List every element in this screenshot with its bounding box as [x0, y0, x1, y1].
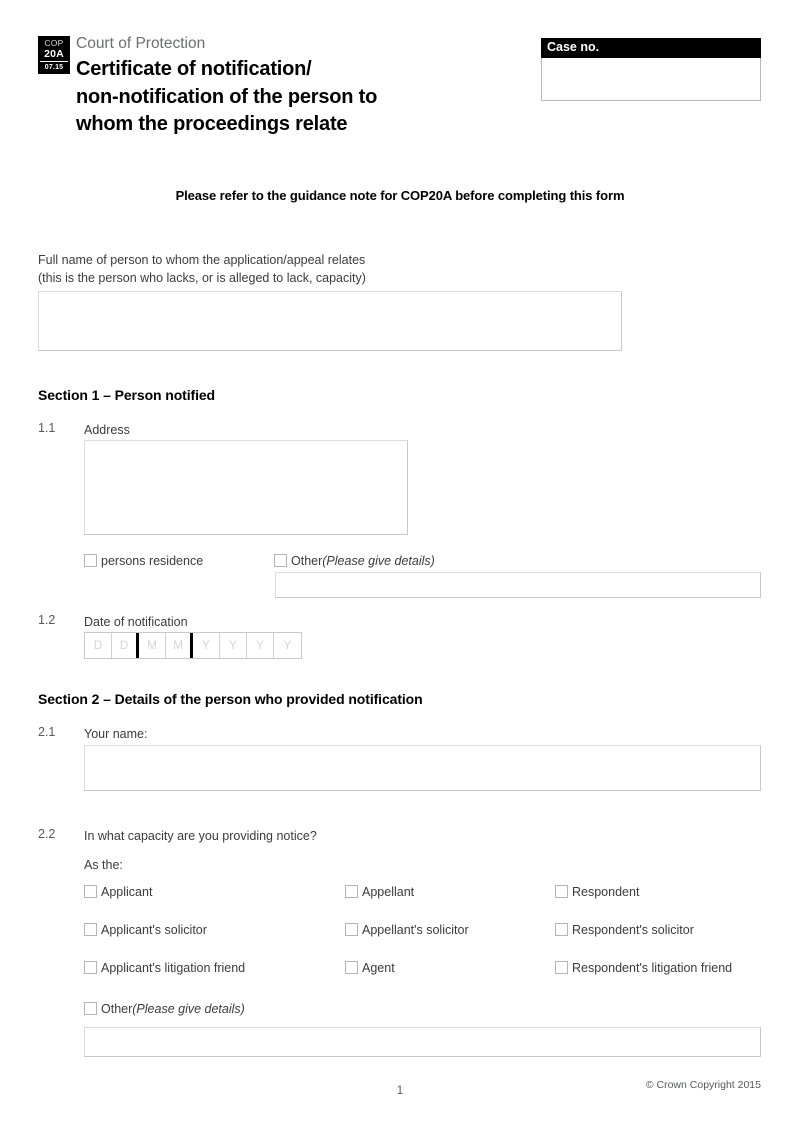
- checkbox-applicants-litigation-friend[interactable]: Applicant's litigation friend: [84, 960, 245, 976]
- checkbox-applicants-litigation-friend-box[interactable]: [84, 961, 97, 974]
- checkbox-respondent[interactable]: Respondent: [555, 884, 639, 900]
- checkbox-appellants-solicitor[interactable]: Appellant's solicitor: [345, 922, 469, 938]
- badge-divider: [40, 61, 68, 62]
- full-name-label-line-1: Full name of person to whom the applicat…: [38, 253, 366, 267]
- badge-org-label: COP: [44, 38, 64, 48]
- checkbox-agent-label: Agent: [362, 961, 395, 975]
- case-number-label: Case no.: [541, 38, 761, 58]
- checkbox-persons-residence-box[interactable]: [84, 554, 97, 567]
- address-input[interactable]: [84, 440, 408, 535]
- checkbox-respondents-solicitor-label: Respondent's solicitor: [572, 923, 694, 937]
- checkbox-capacity-other-box[interactable]: [84, 1002, 97, 1015]
- capacity-row: Applicant's solicitor Appellant's solici…: [84, 922, 774, 960]
- cop-form-badge: COP 20A 07.15: [38, 36, 70, 74]
- checkbox-respondents-solicitor[interactable]: Respondent's solicitor: [555, 922, 694, 938]
- checkbox-address-other-box[interactable]: [274, 554, 287, 567]
- checkbox-respondent-label: Respondent: [572, 885, 640, 899]
- page-title-line-2: non-notification of the person to: [76, 85, 378, 108]
- capacity-checkbox-grid: Applicant Appellant Respondent Applicant…: [84, 884, 774, 998]
- checkbox-address-other[interactable]: Other(Please give details): [274, 553, 435, 569]
- checkbox-agent-box[interactable]: [345, 961, 358, 974]
- question-2-2-number: 2.2: [38, 827, 56, 841]
- checkbox-applicant-label: Applicant: [101, 885, 153, 899]
- section-2-heading: Section 2 – Details of the person who pr…: [38, 691, 423, 707]
- capacity-row: Applicant Appellant Respondent: [84, 884, 774, 922]
- guidance-note: Please refer to the guidance note for CO…: [175, 188, 625, 203]
- badge-form-number: 20A: [44, 48, 64, 60]
- section-1-heading: Section 1 – Person notified: [38, 387, 216, 403]
- date-cell-month-1[interactable]: M: [139, 633, 166, 658]
- checkbox-address-other-label: Other: [291, 554, 323, 568]
- checkbox-respondents-litigation-friend-label: Respondent's litigation friend: [572, 961, 733, 975]
- question-2-1-number: 2.1: [38, 725, 56, 739]
- checkbox-applicant-box[interactable]: [84, 885, 97, 898]
- court-name: Court of Protection: [76, 35, 206, 52]
- page-title: Certificate of notification/ non-notific…: [76, 56, 377, 139]
- date-cell-year-2[interactable]: Y: [220, 633, 247, 658]
- full-name-label-line-2: (this is the person who lacks, or is all…: [38, 271, 366, 285]
- full-name-input[interactable]: [38, 291, 622, 351]
- question-2-1-label: Your name:: [84, 727, 148, 741]
- checkbox-capacity-other[interactable]: Other(Please give details): [84, 1001, 245, 1017]
- checkbox-applicants-solicitor-label: Applicant's solicitor: [101, 923, 207, 937]
- copyright-notice: © Crown Copyright 2015: [645, 1079, 761, 1091]
- checkbox-respondent-box[interactable]: [555, 885, 568, 898]
- page-title-line-1: Certificate of notification/: [76, 58, 312, 80]
- date-cell-year-1[interactable]: Y: [193, 633, 220, 658]
- question-2-2-sublabel: As the:: [84, 858, 123, 872]
- checkbox-capacity-other-hint: (Please give details): [132, 1002, 245, 1016]
- checkbox-appellant-box[interactable]: [345, 885, 358, 898]
- question-2-2-label: In what capacity are you providing notic…: [84, 829, 317, 843]
- case-number-input[interactable]: [541, 58, 761, 101]
- checkbox-address-other-hint: (Please give details): [322, 554, 435, 568]
- capacity-row: Applicant's litigation friend Agent Resp…: [84, 960, 774, 998]
- question-1-2-number: 1.2: [38, 613, 56, 627]
- checkbox-applicants-solicitor[interactable]: Applicant's solicitor: [84, 922, 207, 938]
- checkbox-respondents-litigation-friend[interactable]: Respondent's litigation friend: [555, 960, 732, 976]
- question-1-1-label: Address: [84, 423, 130, 437]
- checkbox-appellant[interactable]: Appellant: [345, 884, 414, 900]
- case-number-block: Case no.: [541, 38, 761, 101]
- checkbox-respondents-litigation-friend-box[interactable]: [555, 961, 568, 974]
- address-other-input[interactable]: [275, 572, 761, 598]
- date-cell-year-4[interactable]: Y: [274, 633, 301, 658]
- checkbox-applicants-solicitor-box[interactable]: [84, 923, 97, 936]
- checkbox-appellant-label: Appellant: [362, 885, 415, 899]
- checkbox-respondents-solicitor-box[interactable]: [555, 923, 568, 936]
- capacity-other-input[interactable]: [84, 1027, 761, 1057]
- checkbox-appellants-solicitor-box[interactable]: [345, 923, 358, 936]
- date-of-notification-input[interactable]: D D M M Y Y Y Y: [84, 632, 302, 659]
- checkbox-applicants-litigation-friend-label: Applicant's litigation friend: [101, 961, 246, 975]
- date-cell-day-2[interactable]: D: [112, 633, 139, 658]
- checkbox-agent[interactable]: Agent: [345, 960, 395, 976]
- question-1-2-label: Date of notification: [84, 615, 188, 629]
- date-cell-day-1[interactable]: D: [85, 633, 112, 658]
- checkbox-appellants-solicitor-label: Appellant's solicitor: [362, 923, 469, 937]
- full-name-label: Full name of person to whom the applicat…: [38, 251, 638, 287]
- date-cell-month-2[interactable]: M: [166, 633, 193, 658]
- checkbox-capacity-other-label: Other: [101, 1002, 133, 1016]
- your-name-input[interactable]: [84, 745, 761, 791]
- question-1-1-number: 1.1: [38, 421, 56, 435]
- date-cell-year-3[interactable]: Y: [247, 633, 274, 658]
- form-page: COP 20A 07.15 Court of Protection Certif…: [0, 0, 800, 1131]
- checkbox-persons-residence-label: persons residence: [101, 554, 204, 568]
- page-title-line-3: whom the proceedings relate: [76, 113, 348, 135]
- checkbox-applicant[interactable]: Applicant: [84, 884, 152, 900]
- badge-version-label: 07.15: [44, 64, 64, 71]
- checkbox-persons-residence[interactable]: persons residence: [84, 553, 203, 569]
